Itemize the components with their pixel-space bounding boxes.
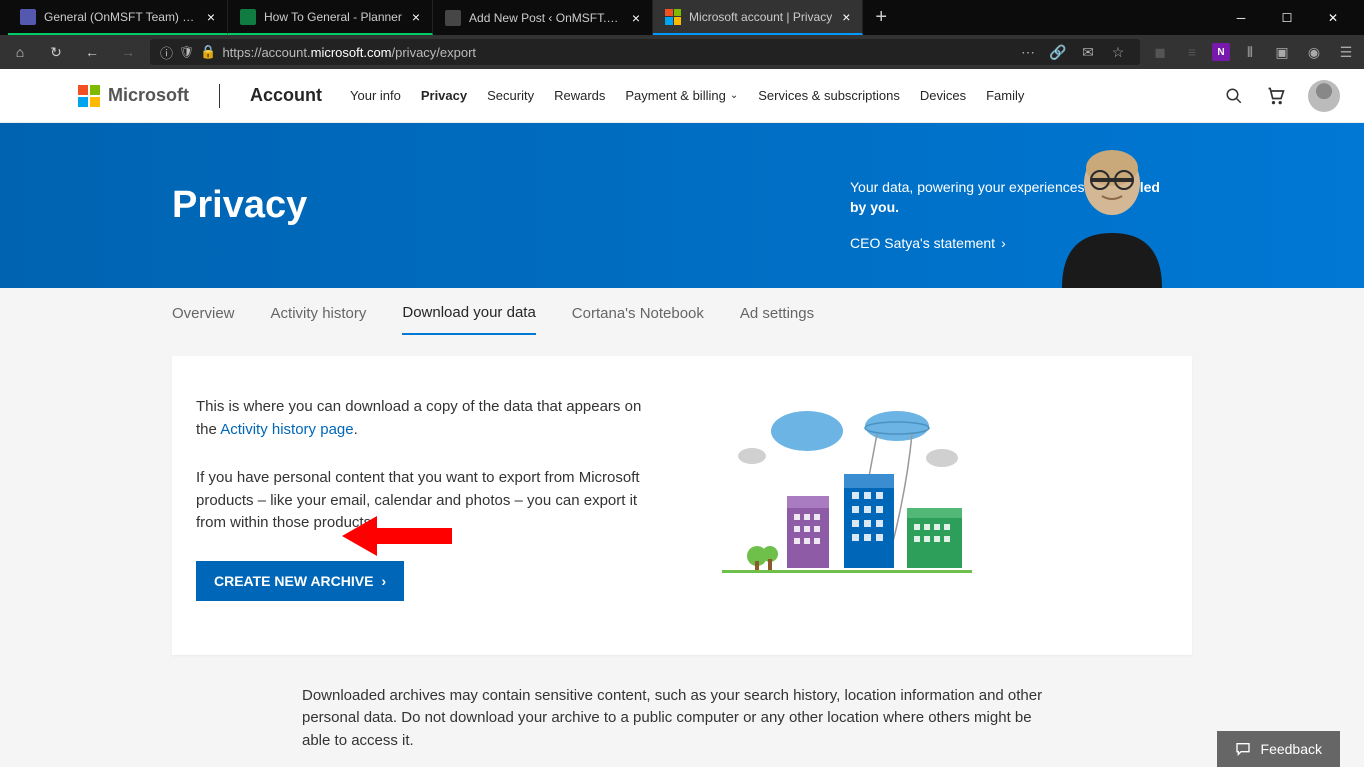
feedback-button[interactable]: Feedback [1217, 731, 1340, 767]
cart-icon[interactable] [1266, 86, 1286, 106]
tab-favicon [445, 10, 461, 26]
sidebar-icon[interactable]: ▣ [1270, 40, 1294, 64]
close-icon[interactable]: × [842, 9, 850, 25]
account-icon[interactable]: ◉ [1302, 40, 1326, 64]
page-title: Privacy [172, 184, 307, 227]
more-icon[interactable]: ⋯ [1016, 40, 1040, 64]
home-button[interactable]: ⌂ [6, 38, 34, 66]
header-nav-item[interactable]: Security [487, 88, 534, 103]
close-icon[interactable]: × [412, 9, 420, 25]
microsoft-logo-icon [78, 85, 100, 107]
header-nav-item[interactable]: Family [986, 88, 1024, 103]
chevron-down-icon: ⌄ [730, 90, 738, 101]
url-text: https://account.microsoft.com/privacy/ex… [222, 45, 1010, 60]
star-icon[interactable]: ☆ [1106, 40, 1130, 64]
header-nav-item[interactable]: Devices [920, 88, 966, 103]
brand-label: Microsoft [108, 85, 189, 106]
tab-title: Microsoft account | Privacy [689, 10, 832, 24]
privacy-subtab[interactable]: Download your data [402, 292, 535, 335]
microsoft-header: Microsoft Account Your info Privacy Securi… [0, 69, 1364, 123]
privacy-subtabs: Overview Activity history Download your da… [82, 288, 1282, 338]
create-archive-button[interactable]: CREATE NEW ARCHIVE › [196, 561, 404, 601]
intro-text: This is where you can download a copy of… [196, 396, 652, 441]
extension-icon-1[interactable]: ◼ [1148, 40, 1172, 64]
activity-history-link[interactable]: Activity history page [220, 421, 353, 438]
tab-title: How To General - Planner [264, 10, 402, 24]
back-button[interactable]: ← [78, 38, 106, 66]
browser-tab-bar: General (OnMSFT Team) | Micro×How To Gen… [0, 0, 1364, 35]
onenote-icon[interactable]: N [1212, 43, 1230, 61]
reload-button[interactable]: ↻ [42, 38, 70, 66]
export-note: If you have personal content that you wa… [196, 467, 652, 535]
browser-tab[interactable]: Microsoft account | Privacy × [653, 0, 863, 35]
tab-favicon [240, 9, 256, 25]
privacy-subtab[interactable]: Overview [172, 293, 235, 334]
privacy-subtab[interactable]: Cortana's Notebook [572, 293, 704, 334]
close-icon[interactable]: × [632, 10, 640, 26]
hero-banner: Privacy Your data, powering your experie… [0, 123, 1364, 288]
tab-title: General (OnMSFT Team) | Micro [44, 10, 197, 24]
microsoft-logo[interactable]: Microsoft [78, 85, 189, 107]
user-avatar[interactable] [1308, 80, 1340, 112]
browser-tab[interactable]: How To General - Planner × [228, 0, 433, 35]
chat-icon [1235, 741, 1251, 757]
browser-tab[interactable]: Add New Post ‹ OnMSFT.com — W × [433, 0, 653, 35]
new-tab-button[interactable]: + [863, 6, 899, 29]
shield-icon[interactable]: 🛡 [179, 45, 194, 59]
tab-title: Add New Post ‹ OnMSFT.com — W [469, 11, 622, 25]
header-nav-item[interactable]: Payment & billing⌄ [625, 88, 738, 103]
chevron-right-icon: › [381, 573, 386, 589]
browser-nav-bar: ⌂ ↻ ← → ⓘ 🛡 🔒 https://account.microsoft.… [0, 35, 1364, 69]
header-nav-item[interactable]: Services & subscriptions [758, 88, 900, 103]
close-icon[interactable]: × [207, 9, 215, 25]
illustration [712, 396, 1168, 601]
info-icon[interactable]: ⓘ [160, 43, 173, 62]
window-close[interactable]: ✕ [1310, 2, 1356, 34]
window-minimize[interactable]: ─ [1218, 2, 1264, 34]
tab-favicon [20, 9, 36, 25]
browser-tab[interactable]: General (OnMSFT Team) | Micro × [8, 0, 228, 35]
privacy-subtab[interactable]: Activity history [271, 293, 367, 334]
search-icon[interactable] [1224, 86, 1244, 106]
mail-icon[interactable]: ✉ [1076, 40, 1100, 64]
tab-favicon [665, 9, 681, 25]
archive-warning: Downloaded archives may contain sensitiv… [302, 685, 1062, 753]
window-maximize[interactable]: ☐ [1264, 2, 1310, 34]
header-nav-item[interactable]: Your info [350, 88, 401, 103]
chevron-right-icon: › [1001, 235, 1006, 251]
url-bar[interactable]: ⓘ 🛡 🔒 https://account.microsoft.com/priv… [150, 39, 1140, 65]
forward-button[interactable]: → [114, 38, 142, 66]
header-nav-item[interactable]: Privacy [421, 88, 467, 103]
download-data-card: This is where you can download a copy of… [172, 356, 1192, 655]
header-divider [219, 84, 220, 108]
page-content: Microsoft Account Your info Privacy Securi… [0, 69, 1364, 767]
lock-icon: 🔒 [200, 44, 216, 60]
account-label[interactable]: Account [250, 85, 322, 106]
privacy-subtab[interactable]: Ad settings [740, 293, 814, 334]
menu-icon[interactable]: ☰ [1334, 40, 1358, 64]
link-icon[interactable]: 🔗 [1046, 40, 1070, 64]
header-nav-item[interactable]: Rewards [554, 88, 605, 103]
ceo-photo [1032, 138, 1192, 288]
extension-icon-2[interactable]: ≡ [1180, 40, 1204, 64]
library-icon[interactable]: ⦀ [1238, 40, 1262, 64]
